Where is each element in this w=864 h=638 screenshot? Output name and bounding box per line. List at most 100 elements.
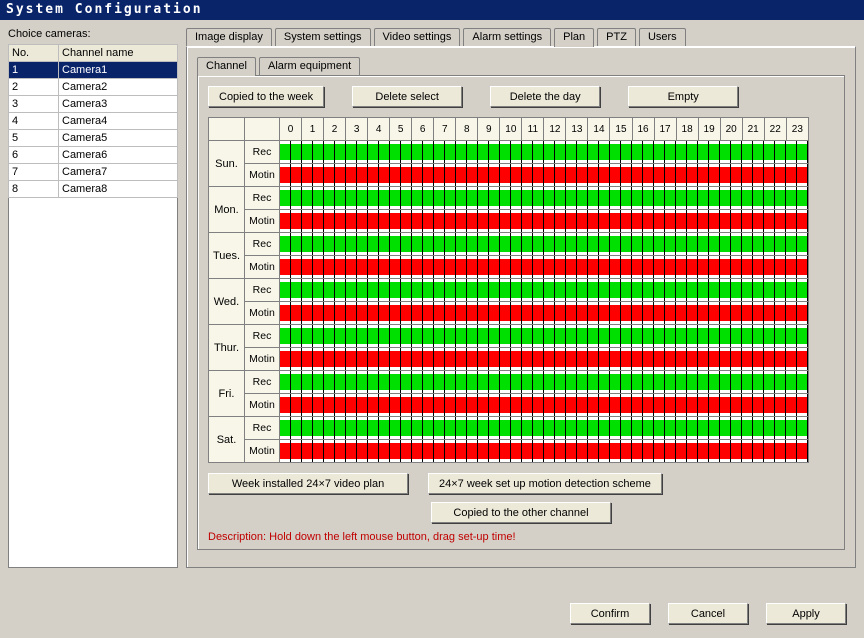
motin-label: Motin [245,210,280,233]
rec-label: Rec [245,141,280,164]
table-row[interactable]: 7Camera7 [9,164,178,181]
motin-bar[interactable] [280,302,809,325]
hour-header: 14 [588,118,610,141]
camera-no: 4 [9,113,59,130]
tab-alarm-settings[interactable]: Alarm settings [463,28,551,46]
motin-bar[interactable] [280,394,809,417]
day-label: Sun. [209,141,245,187]
table-row[interactable]: 2Camera2 [9,79,178,96]
rec-bar[interactable] [280,141,809,164]
camera-no: 7 [9,164,59,181]
motin-bar[interactable] [280,348,809,371]
inner-tab-alarm-equipment[interactable]: Alarm equipment [259,57,360,75]
camera-no: 3 [9,96,59,113]
apply-button[interactable]: Apply [766,603,846,624]
camera-no: 6 [9,147,59,164]
confirm-button[interactable]: Confirm [570,603,650,624]
hour-header: 3 [346,118,368,141]
camera-name: Camera2 [59,79,178,96]
week-motion-plan-button[interactable]: 24×7 week set up motion detection scheme [428,473,662,494]
hour-header: 15 [610,118,632,141]
motin-label: Motin [245,302,280,325]
camera-name: Camera4 [59,113,178,130]
camera-no: 1 [9,62,59,79]
empty-button[interactable]: Empty [628,86,738,107]
motin-bar[interactable] [280,210,809,233]
hour-header: 19 [698,118,720,141]
camera-name: Camera8 [59,181,178,198]
day-label: Thur. [209,325,245,371]
tab-video-settings[interactable]: Video settings [374,28,461,46]
inner-tabs: ChannelAlarm equipment [197,57,845,75]
camera-no: 5 [9,130,59,147]
rec-label: Rec [245,417,280,440]
rec-bar[interactable] [280,187,809,210]
schedule-grid[interactable]: 01234567891011121314151617181920212223Su… [208,117,809,463]
motin-bar[interactable] [280,440,809,463]
table-row[interactable]: 5Camera5 [9,130,178,147]
hour-header: 13 [566,118,588,141]
day-label: Tues. [209,233,245,279]
rec-bar[interactable] [280,233,809,256]
rec-label: Rec [245,279,280,302]
dialog-footer: Confirm Cancel Apply [570,603,846,624]
rec-label: Rec [245,325,280,348]
plan-panel: ChannelAlarm equipment Copied to the wee… [186,46,856,568]
copied-week-button[interactable]: Copied to the week [208,86,324,107]
cancel-button[interactable]: Cancel [668,603,748,624]
outer-tabs: Image displaySystem settingsVideo settin… [186,28,856,46]
hour-header: 17 [654,118,676,141]
table-row[interactable]: 1Camera1 [9,62,178,79]
day-label: Mon. [209,187,245,233]
camera-name: Camera3 [59,96,178,113]
delete-select-button[interactable]: Delete select [352,86,462,107]
table-row[interactable]: 6Camera6 [9,147,178,164]
camera-list-panel: Choice cameras: No. Channel name 1Camera… [8,28,178,572]
camera-table[interactable]: No. Channel name 1Camera12Camera23Camera… [8,44,178,568]
camera-header-no: No. [9,45,59,62]
table-row[interactable]: 3Camera3 [9,96,178,113]
tab-users[interactable]: Users [639,28,686,46]
motin-label: Motin [245,440,280,463]
hour-header: 23 [786,118,808,141]
day-label: Sat. [209,417,245,463]
motin-bar[interactable] [280,256,809,279]
rec-label: Rec [245,371,280,394]
tab-ptz[interactable]: PTZ [597,28,636,46]
table-row[interactable]: 4Camera4 [9,113,178,130]
hour-header: 2 [324,118,346,141]
camera-name: Camera6 [59,147,178,164]
tab-image-display[interactable]: Image display [186,28,272,46]
hour-header: 1 [302,118,324,141]
motin-label: Motin [245,394,280,417]
camera-no: 2 [9,79,59,96]
week-video-plan-button[interactable]: Week installed 24×7 video plan [208,473,408,494]
hour-header: 18 [676,118,698,141]
inner-tab-channel[interactable]: Channel [197,57,256,76]
rec-label: Rec [245,187,280,210]
hour-header: 16 [632,118,654,141]
hour-header: 20 [720,118,742,141]
rec-bar[interactable] [280,325,809,348]
delete-day-button[interactable]: Delete the day [490,86,600,107]
motin-label: Motin [245,256,280,279]
hour-header: 11 [522,118,544,141]
hour-header: 22 [764,118,786,141]
rec-bar[interactable] [280,417,809,440]
hour-header: 10 [500,118,522,141]
table-row[interactable]: 8Camera8 [9,181,178,198]
hour-header: 6 [412,118,434,141]
copy-other-channel-button[interactable]: Copied to the other channel [431,502,611,523]
rec-bar[interactable] [280,279,809,302]
motin-bar[interactable] [280,164,809,187]
day-label: Fri. [209,371,245,417]
rec-bar[interactable] [280,371,809,394]
tab-plan[interactable]: Plan [554,28,594,47]
hour-header: 8 [456,118,478,141]
tab-system-settings[interactable]: System settings [275,28,371,46]
hour-header: 4 [368,118,390,141]
hour-header: 7 [434,118,456,141]
camera-list-label: Choice cameras: [8,28,178,40]
hour-header: 21 [742,118,764,141]
camera-name: Camera7 [59,164,178,181]
